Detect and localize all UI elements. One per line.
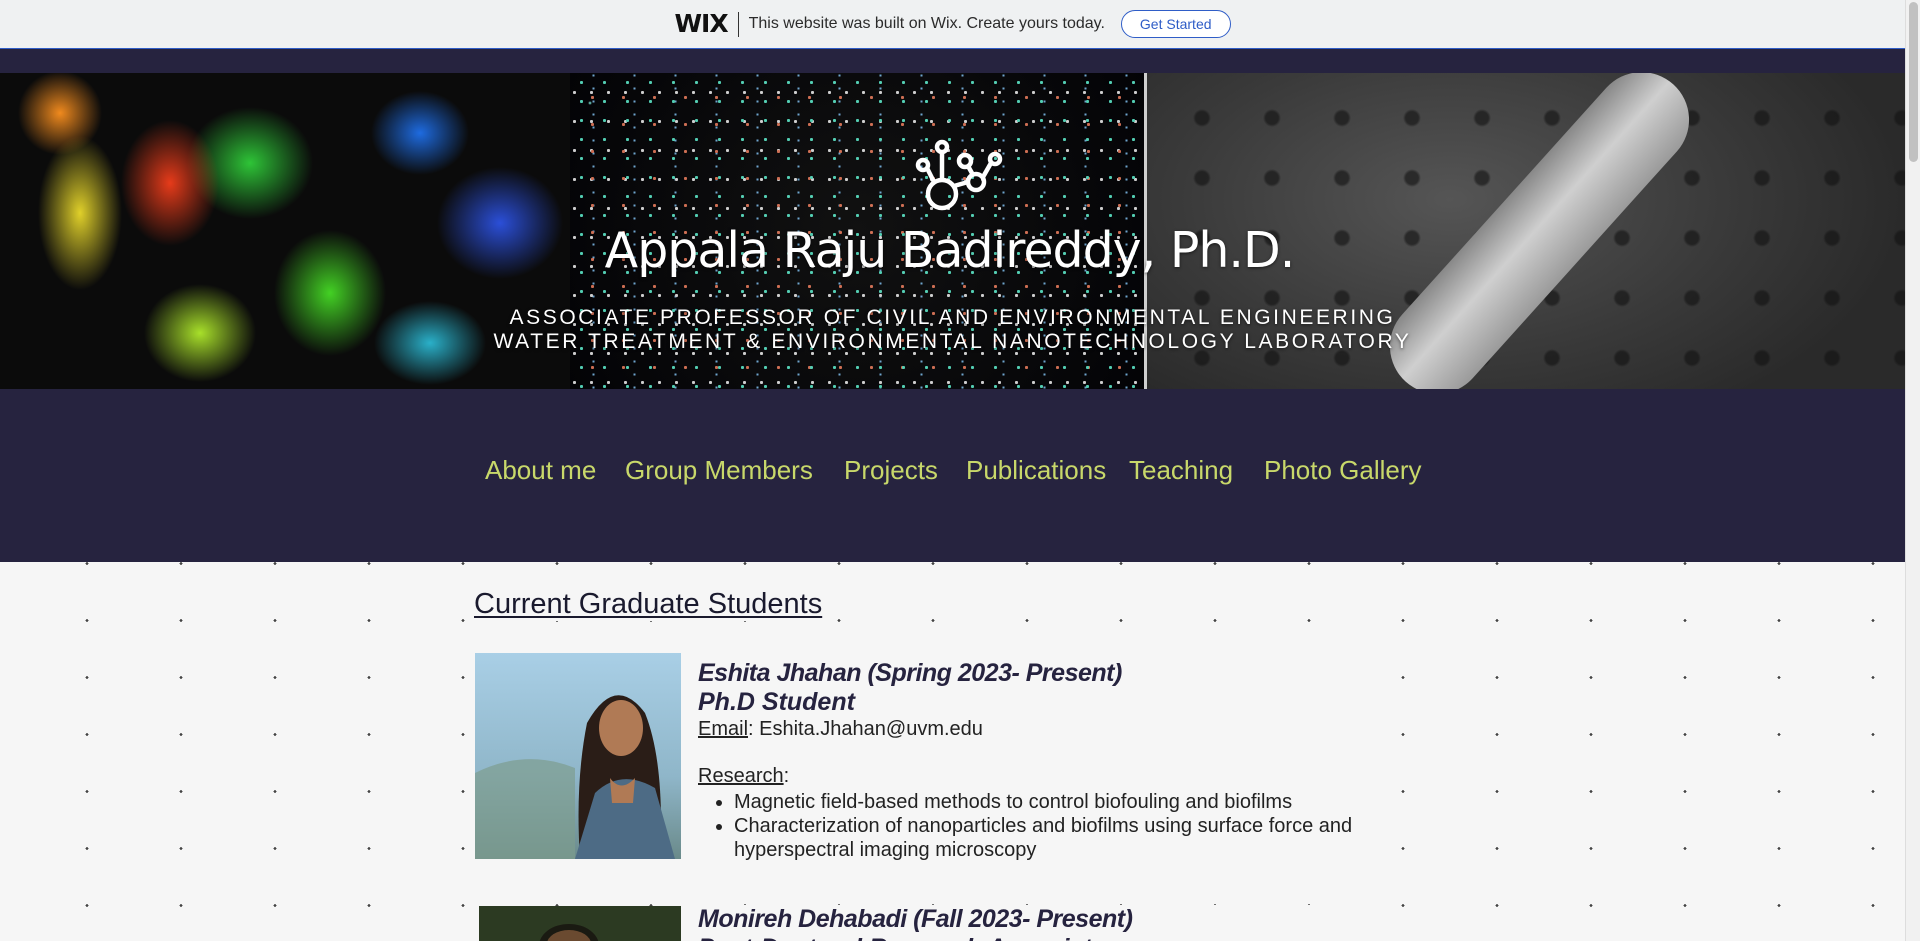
wix-logo[interactable]: WIX: [674, 11, 739, 37]
list-item: Characterization of nanoparticles and bi…: [734, 814, 1358, 862]
scroll-thumb[interactable]: [1909, 2, 1918, 162]
molecule-icon: [915, 139, 1003, 211]
wix-banner-message: This website was built on Wix. Create yo…: [748, 15, 1105, 32]
scrollbar[interactable]: [1905, 0, 1920, 941]
member-email-line: Email: Eshita.Jhahan@uvm.edu: [698, 718, 983, 740]
wix-banner: WIX This website was built on Wix. Creat…: [0, 0, 1905, 49]
list-item: Magnetic field-based methods to control …: [734, 790, 1358, 814]
site-subtitle: ASSOCIATE PROFESSOR OF CIVIL AND ENVIRON…: [0, 306, 1905, 354]
site-title: Appala Raju Badireddy, Ph.D.: [0, 222, 1905, 279]
research-label: Research: [698, 765, 784, 787]
nav-teaching[interactable]: Teaching: [1129, 455, 1233, 486]
member-photo: [479, 906, 681, 941]
nav-group-members[interactable]: Group Members: [625, 455, 813, 486]
research-line: Research:: [698, 765, 790, 787]
member-email[interactable]: Eshita.Jhahan@uvm.edu: [759, 718, 983, 740]
member-role: Post-Doctoral Research Associate: [698, 934, 1358, 941]
member-name: Eshita Jhahan (Spring 2023- Present): [698, 659, 1122, 687]
member-card: Monireh Dehabadi (Fall 2023- Present) Po…: [698, 905, 1358, 941]
main-nav: About me Group Members Projects Publicat…: [0, 455, 1905, 499]
member-photo: [475, 653, 681, 859]
subtitle-line-1: ASSOCIATE PROFESSOR OF CIVIL AND ENVIRON…: [509, 306, 1396, 329]
nav-publications[interactable]: Publications: [966, 455, 1106, 486]
member-name: Monireh Dehabadi (Fall 2023- Present): [698, 905, 1133, 933]
member-role: Ph.D Student: [698, 688, 855, 716]
nav-about-me[interactable]: About me: [485, 455, 596, 486]
member-card: Eshita Jhahan (Spring 2023- Present) Ph.…: [698, 659, 1358, 862]
nav-photo-gallery[interactable]: Photo Gallery: [1264, 455, 1422, 486]
subtitle-line-2: WATER TREATMENT & ENVIRONMENTAL NANOTECH…: [493, 330, 1412, 353]
site-title-text: Appala Raju Badireddy, Ph.D.: [604, 222, 1296, 279]
email-label: Email: [698, 718, 749, 740]
research-list: Magnetic field-based methods to control …: [734, 790, 1358, 862]
nav-projects[interactable]: Projects: [844, 455, 938, 486]
section-heading: Current Graduate Students: [474, 588, 823, 621]
get-started-button[interactable]: Get Started: [1120, 10, 1231, 38]
